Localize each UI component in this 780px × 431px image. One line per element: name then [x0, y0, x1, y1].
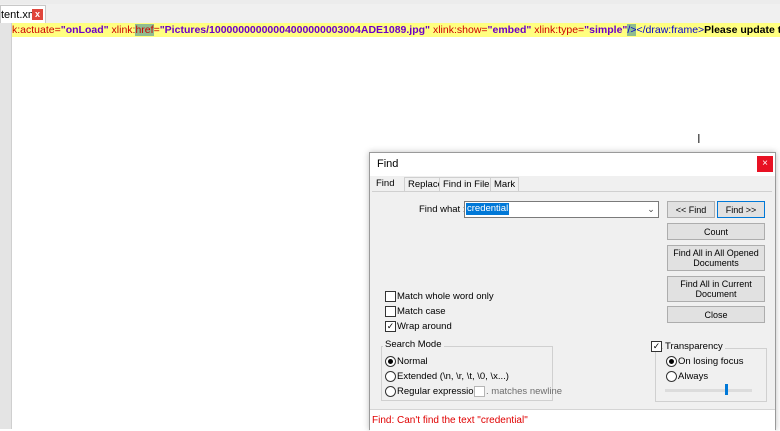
code-value: "embed": [487, 24, 532, 36]
text-cursor-icon: I: [697, 131, 701, 146]
code-attr: xlink:type=: [531, 24, 585, 36]
normal-radio[interactable]: [385, 356, 396, 367]
find-all-opened-button[interactable]: Find All in All Opened Documents: [667, 245, 765, 271]
find-what-label: Find what :: [419, 204, 466, 215]
transparency-slider-thumb[interactable]: [725, 384, 728, 395]
tab-close-icon[interactable]: x: [32, 9, 43, 20]
code-value: "Pictures/10000000000004000000003004ADE1…: [159, 24, 431, 36]
code-attr: xlink:: [108, 24, 136, 36]
find-previous-button[interactable]: << Find: [667, 201, 715, 218]
code-value: "simple": [584, 24, 628, 36]
always-radio[interactable]: [666, 371, 677, 382]
code-tag: </draw:frame>: [636, 24, 705, 36]
match-case-label: Match case: [397, 306, 446, 317]
status-bar: Find: Can't find the text "credential": [370, 409, 775, 431]
find-what-value: credential: [466, 203, 510, 215]
dialog-titlebar[interactable]: Find ×: [370, 153, 775, 176]
on-losing-focus-label: On losing focus: [678, 356, 744, 367]
whole-word-label: Match whole word only: [397, 291, 494, 302]
status-message: Find: Can't find the text "credential": [372, 415, 528, 426]
dialog-close-icon[interactable]: ×: [757, 156, 773, 172]
regex-radio[interactable]: [385, 386, 396, 397]
transparency-checkbox[interactable]: ✓: [651, 341, 662, 352]
code-text: Please update this file and se: [704, 24, 780, 36]
always-label: Always: [678, 371, 709, 382]
code-value: "onLoad": [60, 24, 109, 36]
matches-newline-label: . matches newline: [486, 386, 563, 397]
on-losing-focus-radio[interactable]: [666, 356, 677, 367]
transparency-label: Transparency: [663, 341, 725, 352]
find-dialog: Find × Find Replace Find in Files Mark F…: [369, 152, 776, 431]
regex-label: Regular expression: [397, 386, 479, 397]
file-tab[interactable]: tent.xml x: [0, 5, 46, 24]
document-tab-bar: tent.xml x: [0, 0, 780, 24]
extended-label: Extended (\n, \r, \t, \0, \x...): [397, 371, 509, 382]
editor-current-line[interactable]: k:actuate="onLoad" xlink:href="Pictures/…: [12, 23, 780, 37]
close-button[interactable]: Close: [667, 306, 765, 323]
code-attr: k:actuate=: [12, 24, 61, 36]
count-button[interactable]: Count: [667, 223, 765, 240]
dialog-title: Find: [377, 158, 399, 170]
code-attr-highlight: href: [135, 24, 154, 36]
code-attr: xlink:show=: [430, 24, 488, 36]
match-case-checkbox[interactable]: [385, 306, 396, 317]
wrap-around-checkbox[interactable]: ✓: [385, 321, 396, 332]
tab-mark[interactable]: Mark: [490, 177, 520, 192]
tab-panel-border: [372, 191, 772, 192]
normal-label: Normal: [397, 356, 428, 367]
transparency-slider[interactable]: [665, 389, 752, 392]
window-top-strip: [0, 0, 780, 4]
extended-radio[interactable]: [385, 371, 396, 382]
editor-gutter: [0, 23, 12, 429]
find-next-button[interactable]: Find >>: [717, 201, 765, 218]
whole-word-checkbox[interactable]: [385, 291, 396, 302]
wrap-around-label: Wrap around: [397, 321, 452, 332]
search-mode-title: Search Mode: [383, 339, 444, 350]
find-all-current-button[interactable]: Find All in Current Document: [667, 276, 765, 302]
chevron-down-icon[interactable]: ⌄: [645, 202, 657, 217]
find-what-input[interactable]: credential ⌄: [464, 201, 659, 218]
matches-newline-checkbox[interactable]: [474, 386, 485, 397]
